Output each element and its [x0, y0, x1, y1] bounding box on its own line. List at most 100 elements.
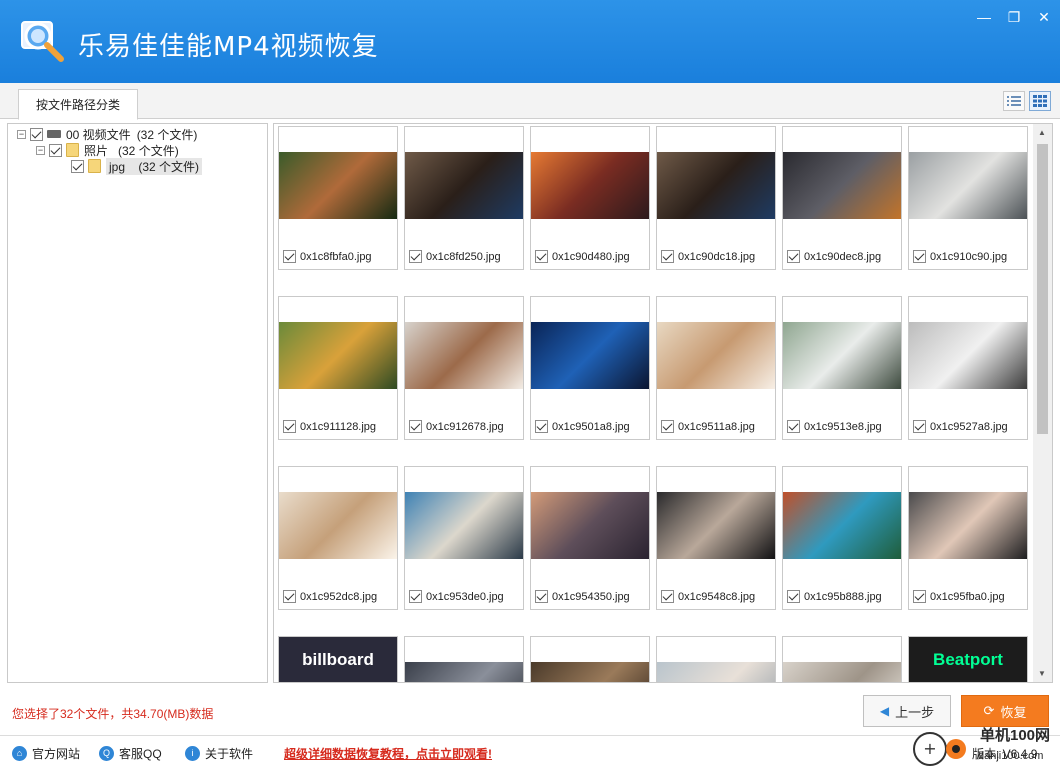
- file-checkbox[interactable]: [283, 590, 296, 603]
- file-thumbnail[interactable]: [279, 152, 397, 219]
- file-card-footer: 0x1c912678.jpg: [409, 420, 504, 433]
- file-thumbnail[interactable]: [657, 492, 775, 559]
- file-thumbnail[interactable]: Beatport: [909, 637, 1027, 682]
- file-thumbnail[interactable]: [531, 492, 649, 559]
- file-thumbnail[interactable]: [405, 322, 523, 389]
- file-thumbnail[interactable]: [909, 492, 1027, 559]
- file-card[interactable]: 0x1c95b888.jpg: [782, 466, 902, 610]
- file-thumbnail[interactable]: [405, 152, 523, 219]
- file-checkbox[interactable]: [661, 590, 674, 603]
- close-icon[interactable]: ✕: [1032, 6, 1056, 28]
- qq-icon: Q: [99, 746, 114, 761]
- file-thumbnail[interactable]: [783, 662, 901, 682]
- file-checkbox[interactable]: [913, 250, 926, 263]
- grid-view-icon[interactable]: [1029, 91, 1051, 111]
- file-thumbnail[interactable]: [657, 322, 775, 389]
- previous-step-button[interactable]: ◀ 上一步: [863, 695, 951, 727]
- checkbox[interactable]: [30, 127, 43, 141]
- file-checkbox[interactable]: [535, 250, 548, 263]
- vertical-scrollbar[interactable]: ▲ ▼: [1033, 124, 1052, 682]
- file-card[interactable]: 0x1c954350.jpg: [530, 466, 650, 610]
- file-card[interactable]: 0x1c90d480.jpg: [530, 126, 650, 270]
- file-card[interactable]: 0x1c952dc8.jpg: [278, 466, 398, 610]
- file-checkbox[interactable]: [409, 420, 422, 433]
- file-checkbox[interactable]: [787, 420, 800, 433]
- file-card[interactable]: Beatport: [908, 636, 1028, 682]
- file-thumbnail[interactable]: billboard: [279, 637, 397, 682]
- file-thumbnail[interactable]: [657, 662, 775, 682]
- file-name: 0x1c912678.jpg: [426, 420, 504, 433]
- about-software-link[interactable]: i 关于软件: [185, 745, 253, 762]
- home-icon: ⌂: [12, 746, 27, 761]
- file-checkbox[interactable]: [787, 250, 800, 263]
- file-card[interactable]: [782, 636, 902, 682]
- info-icon: i: [185, 746, 200, 761]
- file-thumbnail[interactable]: [783, 152, 901, 219]
- file-card[interactable]: 0x1c9513e8.jpg: [782, 296, 902, 440]
- recover-button[interactable]: ⟳ 恢复: [961, 695, 1049, 727]
- file-thumbnail[interactable]: [783, 492, 901, 559]
- file-card-footer: 0x1c954350.jpg: [535, 590, 630, 603]
- file-checkbox[interactable]: [535, 590, 548, 603]
- file-checkbox[interactable]: [913, 420, 926, 433]
- file-card[interactable]: 0x1c9527a8.jpg: [908, 296, 1028, 440]
- file-checkbox[interactable]: [787, 590, 800, 603]
- file-checkbox[interactable]: [409, 250, 422, 263]
- official-website-link[interactable]: ⌂ 官方网站: [12, 745, 80, 762]
- file-card[interactable]: 0x1c9501a8.jpg: [530, 296, 650, 440]
- file-card[interactable]: [656, 636, 776, 682]
- file-card-footer: 0x1c910c90.jpg: [913, 250, 1007, 263]
- file-thumbnail[interactable]: [531, 322, 649, 389]
- file-thumbnail[interactable]: [405, 662, 523, 682]
- restore-icon[interactable]: ❐: [1002, 6, 1026, 28]
- file-thumbnail[interactable]: [783, 322, 901, 389]
- file-thumbnail[interactable]: [279, 322, 397, 389]
- file-checkbox[interactable]: [409, 590, 422, 603]
- file-card[interactable]: 0x1c8fd250.jpg: [404, 126, 524, 270]
- file-checkbox[interactable]: [283, 250, 296, 263]
- file-thumbnail[interactable]: [279, 492, 397, 559]
- file-card[interactable]: [530, 636, 650, 682]
- file-card[interactable]: 0x1c8fbfa0.jpg: [278, 126, 398, 270]
- file-thumbnail[interactable]: [657, 152, 775, 219]
- file-card[interactable]: billboard: [278, 636, 398, 682]
- tree-node-photos[interactable]: − 照片 (32 个文件): [36, 142, 179, 158]
- file-card[interactable]: 0x1c910c90.jpg: [908, 126, 1028, 270]
- file-thumbnail[interactable]: [909, 152, 1027, 219]
- scroll-up-icon[interactable]: ▲: [1038, 128, 1046, 137]
- file-thumbnail[interactable]: [909, 322, 1027, 389]
- collapse-icon[interactable]: −: [36, 145, 45, 155]
- file-thumbnail[interactable]: [531, 152, 649, 219]
- list-view-icon[interactable]: [1003, 91, 1025, 111]
- file-card[interactable]: 0x1c90dc18.jpg: [656, 126, 776, 270]
- file-checkbox[interactable]: [913, 590, 926, 603]
- checkbox[interactable]: [71, 159, 84, 173]
- file-card[interactable]: 0x1c9548c8.jpg: [656, 466, 776, 610]
- collapse-icon[interactable]: −: [17, 129, 26, 139]
- file-card[interactable]: 0x1c911128.jpg: [278, 296, 398, 440]
- watermark-brand: 单机100网: [980, 727, 1051, 744]
- tree-node-jpg[interactable]: jpg (32 个文件): [71, 157, 203, 175]
- file-checkbox[interactable]: [661, 250, 674, 263]
- scrollbar-thumb[interactable]: [1037, 144, 1048, 434]
- file-card[interactable]: [404, 636, 524, 682]
- minimize-icon[interactable]: —: [972, 6, 996, 28]
- thumbnail-brand-text: Beatport: [933, 649, 1003, 669]
- file-card[interactable]: 0x1c953de0.jpg: [404, 466, 524, 610]
- tab-by-file-path[interactable]: 按文件路径分类: [18, 89, 138, 120]
- file-card[interactable]: 0x1c95fba0.jpg: [908, 466, 1028, 610]
- checkbox[interactable]: [49, 143, 62, 157]
- file-thumbnail[interactable]: [531, 662, 649, 682]
- tutorial-promo-link[interactable]: 超级详细数据恢复教程，点击立即观看!: [284, 745, 492, 762]
- file-thumbnail[interactable]: [405, 492, 523, 559]
- file-card[interactable]: 0x1c9511a8.jpg: [656, 296, 776, 440]
- file-card[interactable]: 0x1c90dec8.jpg: [782, 126, 902, 270]
- file-checkbox[interactable]: [661, 420, 674, 433]
- scroll-down-icon[interactable]: ▼: [1038, 669, 1046, 678]
- tree-node-root[interactable]: − 00 视频文件 (32 个文件): [17, 126, 197, 142]
- file-card[interactable]: 0x1c912678.jpg: [404, 296, 524, 440]
- title-bar: 乐易佳佳能MP4视频恢复 — ❐ ✕: [0, 0, 1060, 83]
- file-checkbox[interactable]: [283, 420, 296, 433]
- support-qq-link[interactable]: Q 客服QQ: [99, 745, 162, 762]
- file-checkbox[interactable]: [535, 420, 548, 433]
